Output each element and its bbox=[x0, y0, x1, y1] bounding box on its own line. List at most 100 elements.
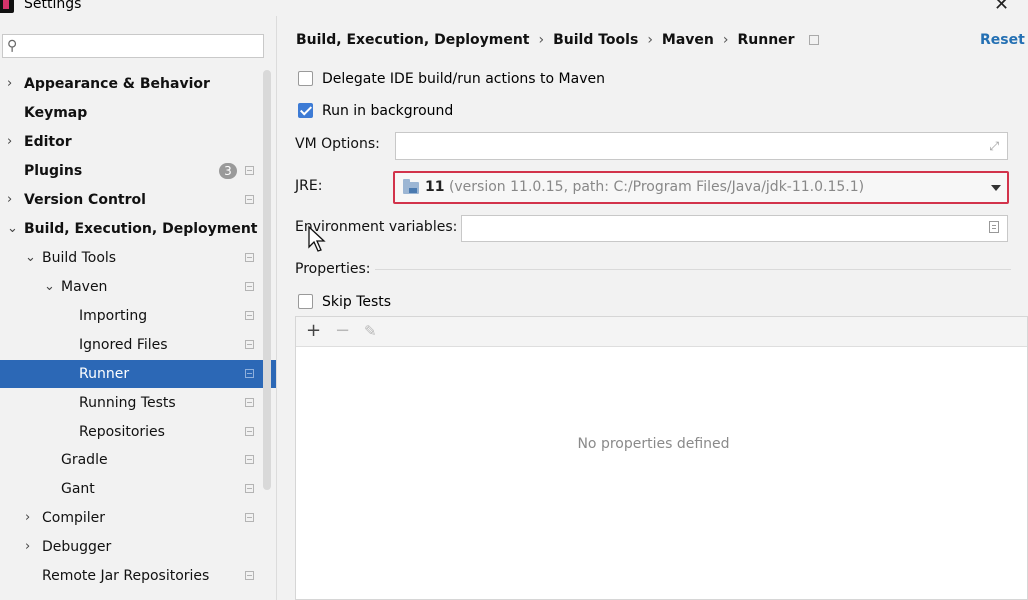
run-in-background-label: Run in background bbox=[322, 103, 454, 119]
project-settings-icon bbox=[245, 513, 254, 522]
breadcrumb-item: Maven bbox=[661, 32, 714, 48]
properties-label: Properties: bbox=[295, 261, 371, 277]
plugins-update-badge: 3 bbox=[219, 163, 237, 179]
sidebar-item-running-tests[interactable]: Running Tests bbox=[0, 389, 276, 417]
chevron-right-icon: › bbox=[7, 192, 13, 207]
mouse-cursor-icon bbox=[308, 225, 326, 252]
sidebar-item-build-tools[interactable]: ⌄ Build Tools bbox=[0, 244, 276, 272]
chevron-down-icon: ⌄ bbox=[25, 250, 36, 265]
sidebar-item-gant[interactable]: Gant bbox=[0, 475, 276, 503]
breadcrumb-separator-icon: › bbox=[647, 32, 653, 48]
properties-table: + − ✎ No properties defined bbox=[295, 316, 1028, 600]
breadcrumb-item: Build Tools bbox=[553, 32, 639, 48]
project-settings-icon bbox=[245, 484, 254, 493]
jre-dropdown[interactable]: 11 (version 11.0.15, path: C:/Program Fi… bbox=[393, 171, 1009, 204]
project-settings-icon bbox=[245, 311, 254, 320]
delegate-build-checkbox[interactable] bbox=[298, 71, 313, 86]
chevron-right-icon: › bbox=[7, 76, 13, 91]
reset-link[interactable]: Reset bbox=[980, 32, 1025, 48]
sidebar-item-compiler[interactable]: › Compiler bbox=[0, 504, 276, 532]
sidebar-item-label: Debugger bbox=[42, 539, 112, 555]
title-bar: Settings ✕ bbox=[0, 0, 1028, 16]
sidebar-item-appearance[interactable]: › Appearance & Behavior bbox=[0, 70, 276, 98]
empty-properties-text: No properties defined bbox=[577, 436, 730, 452]
sidebar-item-label: Running Tests bbox=[79, 395, 176, 411]
search-input[interactable]: ⚲ bbox=[2, 34, 264, 58]
sidebar-item-label: Gradle bbox=[61, 452, 108, 468]
sidebar-item-label: Ignored Files bbox=[79, 337, 168, 353]
project-settings-icon bbox=[245, 427, 254, 436]
jre-selected-value: 11 (version 11.0.15, path: C:/Program Fi… bbox=[425, 179, 864, 195]
breadcrumb-item: Runner bbox=[737, 32, 795, 48]
sidebar-item-importing[interactable]: Importing bbox=[0, 302, 276, 330]
add-icon[interactable]: + bbox=[306, 321, 321, 341]
sidebar-item-label: Appearance & Behavior bbox=[24, 76, 210, 92]
project-settings-icon bbox=[245, 253, 254, 262]
jdk-folder-icon bbox=[403, 179, 419, 194]
sidebar-item-label: Gant bbox=[61, 481, 95, 497]
breadcrumb-separator-icon: › bbox=[538, 32, 545, 48]
sidebar-item-debugger[interactable]: › Debugger bbox=[0, 533, 276, 561]
expand-icon[interactable]: ⤢ bbox=[989, 139, 999, 154]
sidebar-item-label: Remote Jar Repositories bbox=[42, 568, 210, 584]
skip-tests-checkbox[interactable] bbox=[298, 294, 313, 309]
project-settings-icon bbox=[245, 340, 254, 349]
chevron-right-icon: › bbox=[25, 539, 31, 554]
breadcrumb: Build, Execution, Deployment › Build Tools… bbox=[296, 32, 819, 48]
project-settings-icon bbox=[245, 571, 254, 580]
delegate-build-label: Delegate IDE build/run actions to Maven bbox=[322, 71, 605, 87]
sidebar-item-version-control[interactable]: › Version Control bbox=[0, 186, 276, 214]
sidebar-item-gradle[interactable]: Gradle bbox=[0, 446, 276, 474]
jre-version: 11 bbox=[425, 179, 445, 195]
sidebar-scrollbar[interactable] bbox=[263, 70, 271, 490]
sidebar-item-label: Build Tools bbox=[42, 250, 117, 266]
sidebar-item-editor[interactable]: › Editor bbox=[0, 128, 276, 156]
chevron-down-icon: ⌄ bbox=[44, 279, 55, 294]
environment-variables-field[interactable] bbox=[461, 215, 1008, 242]
project-settings-icon bbox=[245, 166, 254, 175]
jre-label: JRE: bbox=[295, 178, 323, 194]
project-settings-icon bbox=[245, 369, 254, 378]
chevron-right-icon: › bbox=[7, 134, 13, 149]
sidebar-item-maven[interactable]: ⌄ Maven bbox=[0, 273, 276, 301]
sidebar-item-runner[interactable]: Runner bbox=[0, 360, 276, 388]
sidebar-item-label: Runner bbox=[79, 366, 130, 382]
sidebar-item-label: Version Control bbox=[24, 192, 146, 208]
sidebar-item-ignored-files[interactable]: Ignored Files bbox=[0, 331, 276, 359]
sidebar-item-label: Build, Execution, Deployment bbox=[24, 221, 258, 237]
browse-document-icon[interactable] bbox=[989, 221, 999, 233]
remove-icon[interactable]: − bbox=[335, 321, 350, 341]
edit-icon[interactable]: ✎ bbox=[364, 321, 377, 341]
skip-tests-label: Skip Tests bbox=[322, 294, 392, 310]
sidebar-item-plugins[interactable]: Plugins 3 bbox=[0, 157, 276, 185]
chevron-down-icon[interactable] bbox=[991, 185, 1001, 191]
sidebar-item-keymap[interactable]: Keymap bbox=[0, 99, 276, 127]
sidebar-item-label: Maven bbox=[61, 279, 108, 295]
jre-detail: (version 11.0.15, path: C:/Program Files… bbox=[448, 179, 865, 195]
window-title: Settings bbox=[24, 0, 82, 12]
project-settings-icon bbox=[808, 35, 819, 45]
breadcrumb-separator-icon: › bbox=[722, 32, 729, 48]
project-settings-icon bbox=[245, 455, 254, 464]
run-in-background-checkbox[interactable] bbox=[298, 103, 313, 118]
vm-options-field[interactable]: ⤢ bbox=[395, 132, 1008, 160]
properties-separator bbox=[375, 269, 1011, 270]
close-icon[interactable]: ✕ bbox=[994, 0, 1009, 15]
sidebar-item-label: Editor bbox=[24, 134, 72, 150]
chevron-right-icon: › bbox=[25, 510, 31, 525]
sidebar-item-label: Repositories bbox=[79, 424, 165, 440]
project-settings-icon bbox=[245, 195, 254, 204]
chevron-down-icon: ⌄ bbox=[7, 221, 18, 236]
sidebar-item-repositories[interactable]: Repositories bbox=[0, 418, 276, 446]
runner-settings-panel: Build, Execution, Deployment › Build Tools… bbox=[277, 16, 1028, 600]
vm-options-label: VM Options: bbox=[295, 136, 380, 152]
search-icon: ⚲ bbox=[7, 38, 18, 54]
settings-sidebar: ⚲ › Appearance & Behavior Keymap › Edito… bbox=[0, 16, 276, 600]
breadcrumb-item: Build, Execution, Deployment bbox=[296, 32, 530, 48]
sidebar-item-remote-jar-repositories[interactable]: Remote Jar Repositories bbox=[0, 562, 276, 590]
sidebar-item-label: Compiler bbox=[42, 510, 106, 526]
intellij-logo-icon bbox=[0, 0, 14, 13]
project-settings-icon bbox=[245, 282, 254, 291]
project-settings-icon bbox=[245, 398, 254, 407]
sidebar-item-build-execution[interactable]: ⌄ Build, Execution, Deployment bbox=[0, 215, 276, 243]
